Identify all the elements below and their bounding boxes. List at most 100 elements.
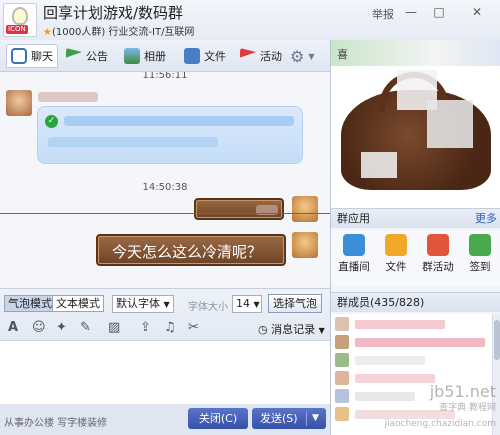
gear-icon: ⚙: [290, 46, 305, 66]
app-live-room[interactable]: 直播间: [333, 234, 375, 274]
member-name-blurred: [355, 320, 445, 329]
font-select[interactable]: 默认字体 ▼: [112, 295, 174, 313]
group-apps-more-link[interactable]: 更多: [475, 209, 497, 229]
avatar: [335, 407, 349, 421]
text-mode-button[interactable]: 文本模式: [52, 295, 104, 312]
chevron-down-icon: ▼: [163, 300, 170, 309]
list-item[interactable]: [335, 352, 495, 369]
avatar: [335, 317, 349, 331]
app-group-activity[interactable]: 群活动: [417, 234, 459, 274]
group-info: (1000人群) 行业交流-IT/互联网: [51, 27, 195, 38]
chat-history[interactable]: 11:56:11 ✓ 14:50:38 今天怎么这么冷清呢？: [0, 72, 330, 288]
members-title: 群成员(435/828): [337, 296, 425, 309]
live-room-icon: [343, 234, 365, 256]
vibrate-icon[interactable]: ✎: [80, 320, 91, 335]
screenshot-icon[interactable]: ▨: [108, 320, 120, 335]
sent-message-bubble-blurred[interactable]: [194, 198, 284, 220]
verified-icon: ✓: [45, 115, 58, 128]
tab-chat-label: 聊天: [31, 50, 53, 63]
tab-chat[interactable]: 聊天: [6, 44, 58, 68]
scrollbar-thumb[interactable]: [494, 320, 500, 360]
sent-message-text: 今天怎么这么冷清呢？: [112, 243, 263, 261]
close-window-button[interactable]: ✕: [466, 3, 488, 21]
bubble-mode-button[interactable]: 气泡模式: [4, 295, 56, 312]
app-label: 签到: [469, 261, 491, 273]
app-checkin[interactable]: 签到: [459, 234, 500, 274]
font-size-value: 14: [236, 297, 250, 310]
font-size-select[interactable]: 14 ▼: [232, 295, 262, 313]
list-item[interactable]: [335, 316, 495, 333]
group-apps: 直播间 文件 群活动 签到: [331, 230, 500, 286]
right-panel: 喜 群应用 更多 直播间 文件 群活动 签到 群成员(435/828): [330, 40, 500, 435]
magic-expression-icon[interactable]: ✦: [56, 320, 67, 335]
self-avatar[interactable]: [292, 232, 318, 258]
sent-message-bubble[interactable]: 今天怎么这么冷清呢？: [96, 234, 286, 266]
lightbulb-icon: [12, 7, 28, 25]
tab-album-label: 相册: [144, 50, 166, 63]
upload-icon[interactable]: ⇪: [140, 320, 151, 335]
send-button-label: 发送(S): [260, 412, 298, 425]
group-subtitle: ★(1000人群) 行业交流-IT/互联网: [43, 23, 194, 38]
send-button[interactable]: 发送(S) ▼: [252, 408, 326, 429]
avatar: [335, 371, 349, 385]
tab-activity-label: 活动: [260, 50, 282, 63]
group-apps-header: 群应用 更多: [331, 208, 500, 228]
group-title[interactable]: 回享计划游戏/数码群: [43, 2, 183, 23]
chevron-down-icon: ▼: [318, 326, 325, 335]
self-avatar[interactable]: [292, 196, 318, 222]
tab-files[interactable]: 文件: [180, 44, 230, 68]
choose-bubble-button[interactable]: 选择气泡: [268, 294, 322, 313]
bottom-ad-link[interactable]: 从事办公楼 写字楼装修: [4, 414, 107, 429]
bottom-bar: 从事办公楼 写字楼装修 关闭(C) 发送(S) ▼: [0, 404, 330, 435]
member-name-blurred: [355, 374, 435, 383]
message-input[interactable]: [0, 340, 330, 404]
tab-album[interactable]: 相册: [120, 44, 170, 68]
members-header: 群成员(435/828): [331, 292, 500, 312]
music-icon[interactable]: ♫: [164, 320, 176, 335]
picture-icon: [124, 48, 140, 64]
clock-icon: ◷: [258, 323, 268, 336]
timestamp: 11:56:11: [142, 72, 188, 81]
sender-name-blurred: [38, 92, 98, 102]
ad-mosaic-block: [427, 100, 473, 148]
message-blurred-line: [48, 137, 218, 147]
emoji-icon[interactable]: ☺: [32, 320, 46, 335]
font-icon[interactable]: A: [8, 320, 18, 335]
send-options-dropdown[interactable]: ▼: [312, 408, 319, 429]
chevron-down-icon: ▼: [253, 300, 260, 309]
folder-icon: [184, 48, 200, 64]
avatar: [335, 389, 349, 403]
watermark-line3: jiaocheng.chazidian.com: [384, 419, 496, 429]
app-label: 文件: [385, 261, 407, 273]
tab-announcement[interactable]: 公告: [62, 44, 112, 68]
sender-avatar[interactable]: [6, 90, 32, 116]
main-toolbar: 聊天 公告 相册 文件 活动 ⚙ ▼: [0, 40, 330, 72]
chevron-down-icon: ▼: [308, 51, 315, 61]
font-select-value: 默认字体: [116, 297, 160, 310]
report-link[interactable]: 举报: [372, 6, 394, 22]
settings-button[interactable]: ⚙ ▼: [286, 44, 319, 68]
app-files[interactable]: 文件: [375, 234, 417, 274]
folder-app-icon: [385, 234, 407, 256]
message-blurred-line: [64, 116, 294, 126]
message-history-button[interactable]: ◷ 消息记录 ▼: [258, 321, 325, 337]
send-separator: [306, 411, 307, 426]
avatar-tag: ICON: [6, 25, 28, 34]
scissors-icon[interactable]: ✂: [188, 320, 199, 335]
avatar: [335, 353, 349, 367]
ad-banner[interactable]: 喜: [331, 40, 500, 208]
group-avatar[interactable]: ICON: [3, 3, 37, 37]
tab-announcement-label: 公告: [86, 50, 108, 63]
minimize-button[interactable]: —: [400, 3, 422, 21]
received-message-bubble[interactable]: ✓: [37, 106, 303, 164]
watermark: jb51.net 查字典 教程网 jiaocheng.chazidian.com: [360, 384, 500, 435]
maximize-button[interactable]: □: [428, 3, 450, 21]
flag-green-icon: [66, 48, 82, 58]
tab-activity[interactable]: 活动: [236, 44, 286, 68]
app-label: 群活动: [422, 261, 454, 273]
watermark-line2: 查字典 教程网: [439, 403, 496, 413]
timestamp: 14:50:38: [142, 182, 188, 193]
close-button[interactable]: 关闭(C): [188, 408, 248, 429]
list-item[interactable]: [335, 334, 495, 351]
font-size-label: 字体大小: [188, 302, 228, 313]
